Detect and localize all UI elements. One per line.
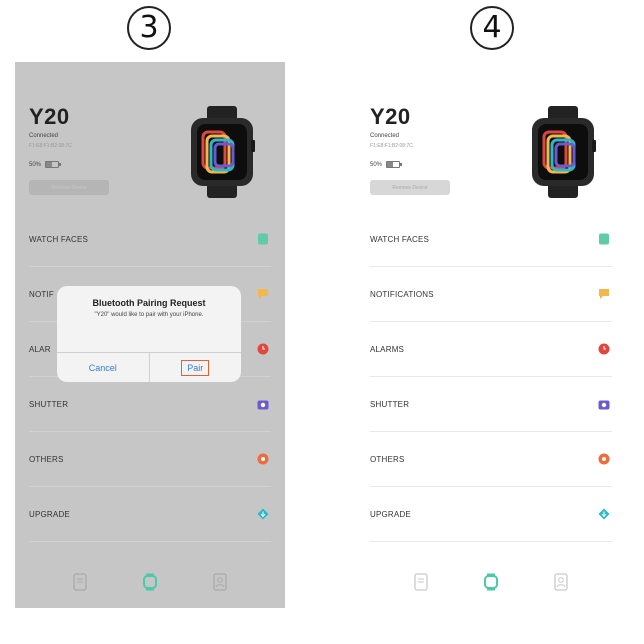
device-mac: F1:E8:F1:B2:08:7C [370, 143, 413, 149]
menu-item-watch-faces[interactable]: WATCH FACES [370, 212, 612, 267]
watch-image [191, 106, 255, 198]
menu-item-alarms[interactable]: ALARMS [370, 322, 612, 377]
upgrade-icon [598, 508, 610, 520]
dialog-message: "Y20" would like to pair with your iPhon… [94, 312, 204, 318]
battery-icon [386, 161, 403, 168]
menu-item-notifications[interactable]: NOTIFICATIONS [370, 267, 612, 322]
gear-icon [257, 453, 269, 465]
menu-label: NOTIF [29, 289, 54, 299]
menu-label: WATCH FACES [29, 234, 89, 244]
phone-screen-step-4: Y20 Connected F1:E8:F1:B2:08:7C 50% Remo… [356, 62, 626, 608]
device-mac: F1:E8:F1:B2:08:7C [29, 143, 72, 149]
profile-tab-icon[interactable] [553, 573, 569, 591]
watch-face-icon [258, 233, 268, 245]
message-icon [258, 289, 268, 299]
alarm-icon [598, 343, 610, 355]
message-icon [599, 289, 609, 299]
pair-label: Pair [181, 359, 210, 376]
upgrade-icon [257, 508, 269, 520]
device-name: Y20 [370, 104, 411, 129]
menu-label: UPGRADE [29, 509, 70, 519]
connection-status: Connected [29, 133, 59, 139]
sport-tab-icon[interactable] [72, 573, 88, 591]
cancel-button[interactable]: Cancel [57, 353, 150, 382]
camera-icon [598, 400, 610, 410]
menu-item-shutter[interactable]: SHUTTER [370, 377, 612, 432]
menu-label: ALARMS [370, 344, 405, 354]
menu-label: WATCH FACES [370, 234, 430, 244]
menu-label: OTHERS [29, 454, 64, 464]
menu-item-upgrade[interactable]: UPGRADE [370, 487, 612, 542]
menu-item-others[interactable]: OTHERS [29, 432, 271, 487]
menu-item-watch-faces[interactable]: WATCH FACES [29, 212, 271, 267]
tab-bar [15, 570, 285, 594]
dialog-title: Bluetooth Pairing Request [92, 298, 206, 308]
menu-label: SHUTTER [29, 399, 69, 409]
feature-menu: WATCH FACES NOTIFICATIONS ALARMS SHUTTER… [370, 212, 612, 542]
menu-label: UPGRADE [370, 509, 411, 519]
battery-row: 50% [370, 161, 403, 168]
step-number-4: 4 [470, 6, 514, 50]
phone-screen-step-3: Y20 Connected F1:E8:F1:B2:08:7C 50% Remo… [15, 62, 285, 608]
menu-label: SHUTTER [370, 399, 410, 409]
alarm-icon [257, 343, 269, 355]
tab-bar [356, 570, 626, 594]
dialog-buttons: Cancel Pair [57, 352, 241, 382]
connection-status: Connected [370, 133, 400, 139]
menu-label: ALAR [29, 344, 51, 354]
bluetooth-pairing-dialog: Bluetooth Pairing Request "Y20" would li… [57, 286, 241, 382]
watch-face-icon [599, 233, 609, 245]
menu-label: NOTIFICATIONS [370, 289, 434, 299]
step-number-3: 3 [127, 6, 171, 50]
device-tab-icon[interactable] [142, 573, 158, 591]
menu-item-upgrade[interactable]: UPGRADE [29, 487, 271, 542]
device-name: Y20 [29, 104, 70, 129]
camera-icon [257, 400, 269, 410]
device-tab-icon[interactable] [483, 573, 499, 591]
sport-tab-icon[interactable] [413, 573, 429, 591]
gear-icon [598, 453, 610, 465]
profile-tab-icon[interactable] [212, 573, 228, 591]
remove-device-button[interactable]: Remove Device [29, 180, 109, 195]
menu-item-shutter[interactable]: SHUTTER [29, 377, 271, 432]
watch-image [532, 106, 596, 198]
battery-row: 50% [29, 161, 62, 168]
battery-percent: 50% [29, 161, 42, 168]
menu-item-others[interactable]: OTHERS [370, 432, 612, 487]
battery-percent: 50% [370, 161, 383, 168]
remove-device-button[interactable]: Remove Device [370, 180, 450, 195]
pair-button[interactable]: Pair [150, 353, 242, 382]
battery-icon [45, 161, 62, 168]
menu-label: OTHERS [370, 454, 405, 464]
